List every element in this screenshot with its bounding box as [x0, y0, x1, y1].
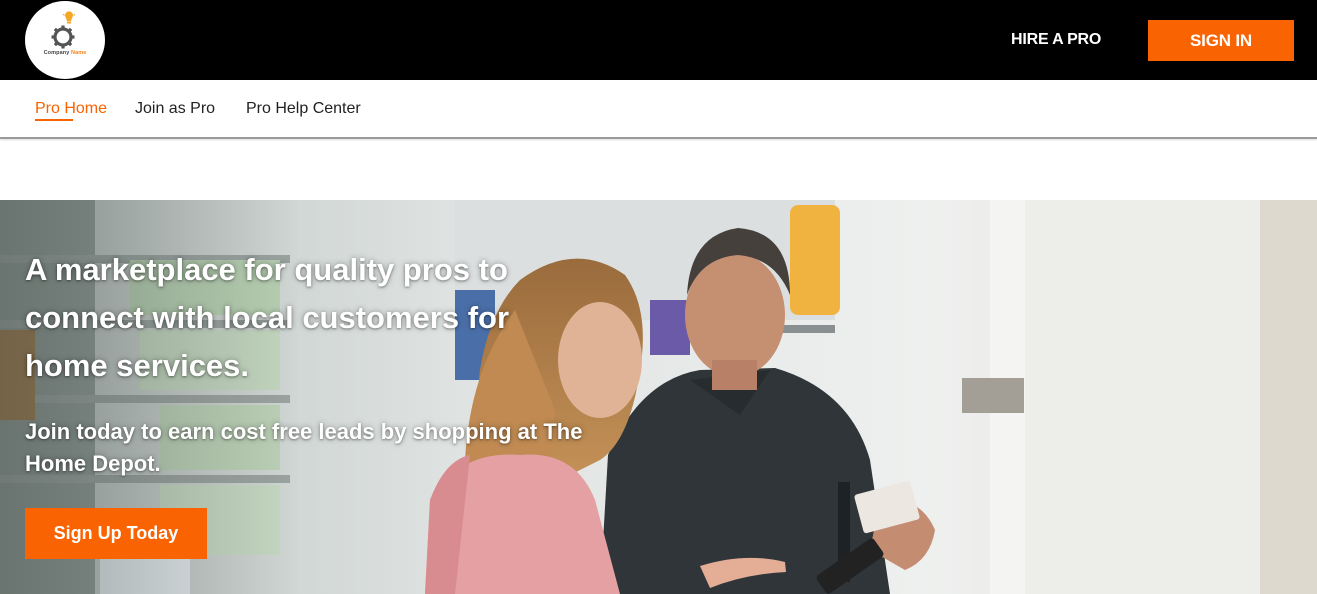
top-header: Company Name HIRE A PRO SIGN IN [0, 0, 1317, 80]
nav-item-pro-home[interactable]: Pro Home [35, 99, 107, 119]
hero-subtitle: Join today to earn cost free leads by sh… [25, 419, 583, 476]
logo-text: Company Name [43, 50, 87, 56]
hero-title: A marketplace for quality pros to connec… [25, 252, 510, 383]
nav-item-join-as-pro[interactable]: Join as Pro [135, 99, 215, 119]
active-nav-indicator [35, 119, 73, 121]
company-logo[interactable]: Company Name [25, 1, 105, 79]
gear-lightbulb-icon [51, 11, 76, 49]
sign-up-today-button[interactable]: Sign Up Today [25, 508, 207, 559]
hero-banner: A marketplace for quality pros to connec… [0, 200, 1317, 594]
sign-in-button[interactable]: SIGN IN [1148, 20, 1294, 61]
nav-item-pro-help-center[interactable]: Pro Help Center [246, 99, 361, 119]
secondary-nav: Pro Home Join as Pro Pro Help Center [0, 80, 1317, 139]
hire-a-pro-link[interactable]: HIRE A PRO [1011, 31, 1101, 49]
